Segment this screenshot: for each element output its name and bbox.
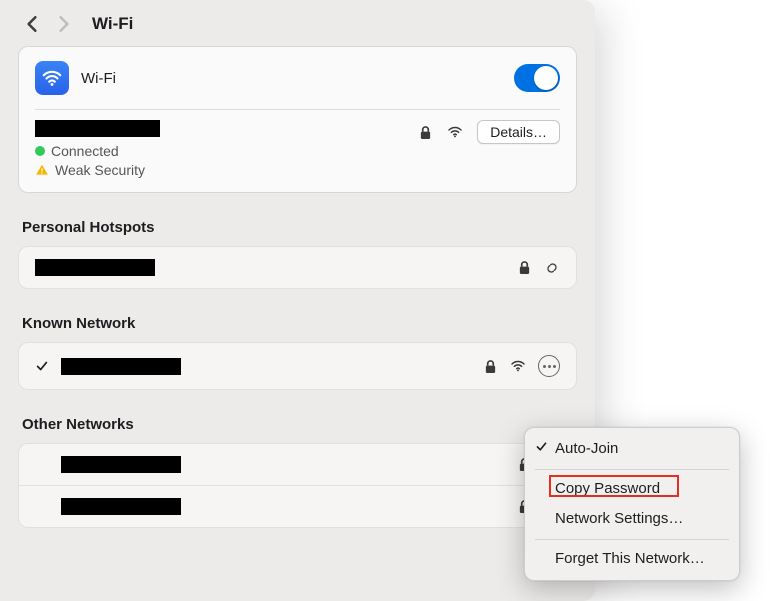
current-network-row: Connected Weak Security Details…: [19, 110, 576, 192]
other-network-name: [61, 456, 181, 473]
checkmark-icon: [535, 438, 548, 461]
link-icon: [544, 260, 560, 276]
status-dot-icon: [35, 146, 45, 156]
menu-label: Auto-Join: [555, 438, 618, 461]
checkmark-icon: [35, 359, 53, 373]
known-network-header: Known Network: [22, 315, 573, 332]
other-network-row[interactable]: [19, 444, 576, 486]
network-context-menu: Auto-Join Copy Password Network Settings…: [524, 427, 740, 581]
menu-label: Forget This Network…: [555, 548, 705, 571]
menu-auto-join[interactable]: Auto-Join: [525, 434, 739, 465]
known-network-list: [18, 342, 577, 390]
other-network-row[interactable]: [19, 486, 576, 527]
hotspot-name: [35, 259, 155, 276]
warning-icon: [35, 163, 49, 177]
wifi-signal-icon: [510, 358, 526, 374]
header: Wi-Fi: [0, 0, 595, 46]
personal-hotspots-list: [18, 246, 577, 289]
connected-status: Connected: [35, 143, 560, 159]
security-status: Weak Security: [35, 162, 560, 178]
page-title: Wi-Fi: [92, 14, 133, 34]
lock-icon: [417, 124, 433, 140]
wifi-settings-pane: Wi-Fi Wi-Fi Connected: [0, 0, 595, 601]
menu-forget-network[interactable]: Forget This Network…: [525, 544, 739, 575]
menu-copy-password[interactable]: Copy Password: [525, 474, 739, 505]
menu-network-settings[interactable]: Network Settings…: [525, 504, 739, 535]
other-networks-header: Other Networks: [22, 416, 573, 433]
lock-icon: [516, 260, 532, 276]
menu-label: Copy Password: [555, 478, 660, 501]
details-button[interactable]: Details…: [477, 120, 560, 144]
other-networks-list: [18, 443, 577, 528]
wifi-icon: [35, 61, 69, 95]
wifi-main-card: Wi-Fi Connected Weak Security: [18, 46, 577, 193]
hotspot-row[interactable]: [19, 247, 576, 288]
menu-separator: [535, 539, 729, 540]
connected-label: Connected: [51, 143, 119, 159]
menu-label: Network Settings…: [555, 508, 683, 531]
wifi-title: Wi-Fi: [81, 70, 116, 87]
security-label: Weak Security: [55, 162, 145, 178]
forward-button[interactable]: [54, 14, 74, 34]
other-network-name: [61, 498, 181, 515]
wifi-toggle[interactable]: [514, 64, 560, 92]
back-button[interactable]: [22, 14, 42, 34]
more-options-button[interactable]: [538, 355, 560, 377]
menu-separator: [535, 469, 729, 470]
known-network-row[interactable]: [19, 343, 576, 389]
personal-hotspots-header: Personal Hotspots: [22, 219, 573, 236]
wifi-signal-icon: [447, 124, 463, 140]
current-network-name: [35, 120, 160, 137]
known-network-name: [61, 358, 181, 375]
lock-icon: [482, 358, 498, 374]
